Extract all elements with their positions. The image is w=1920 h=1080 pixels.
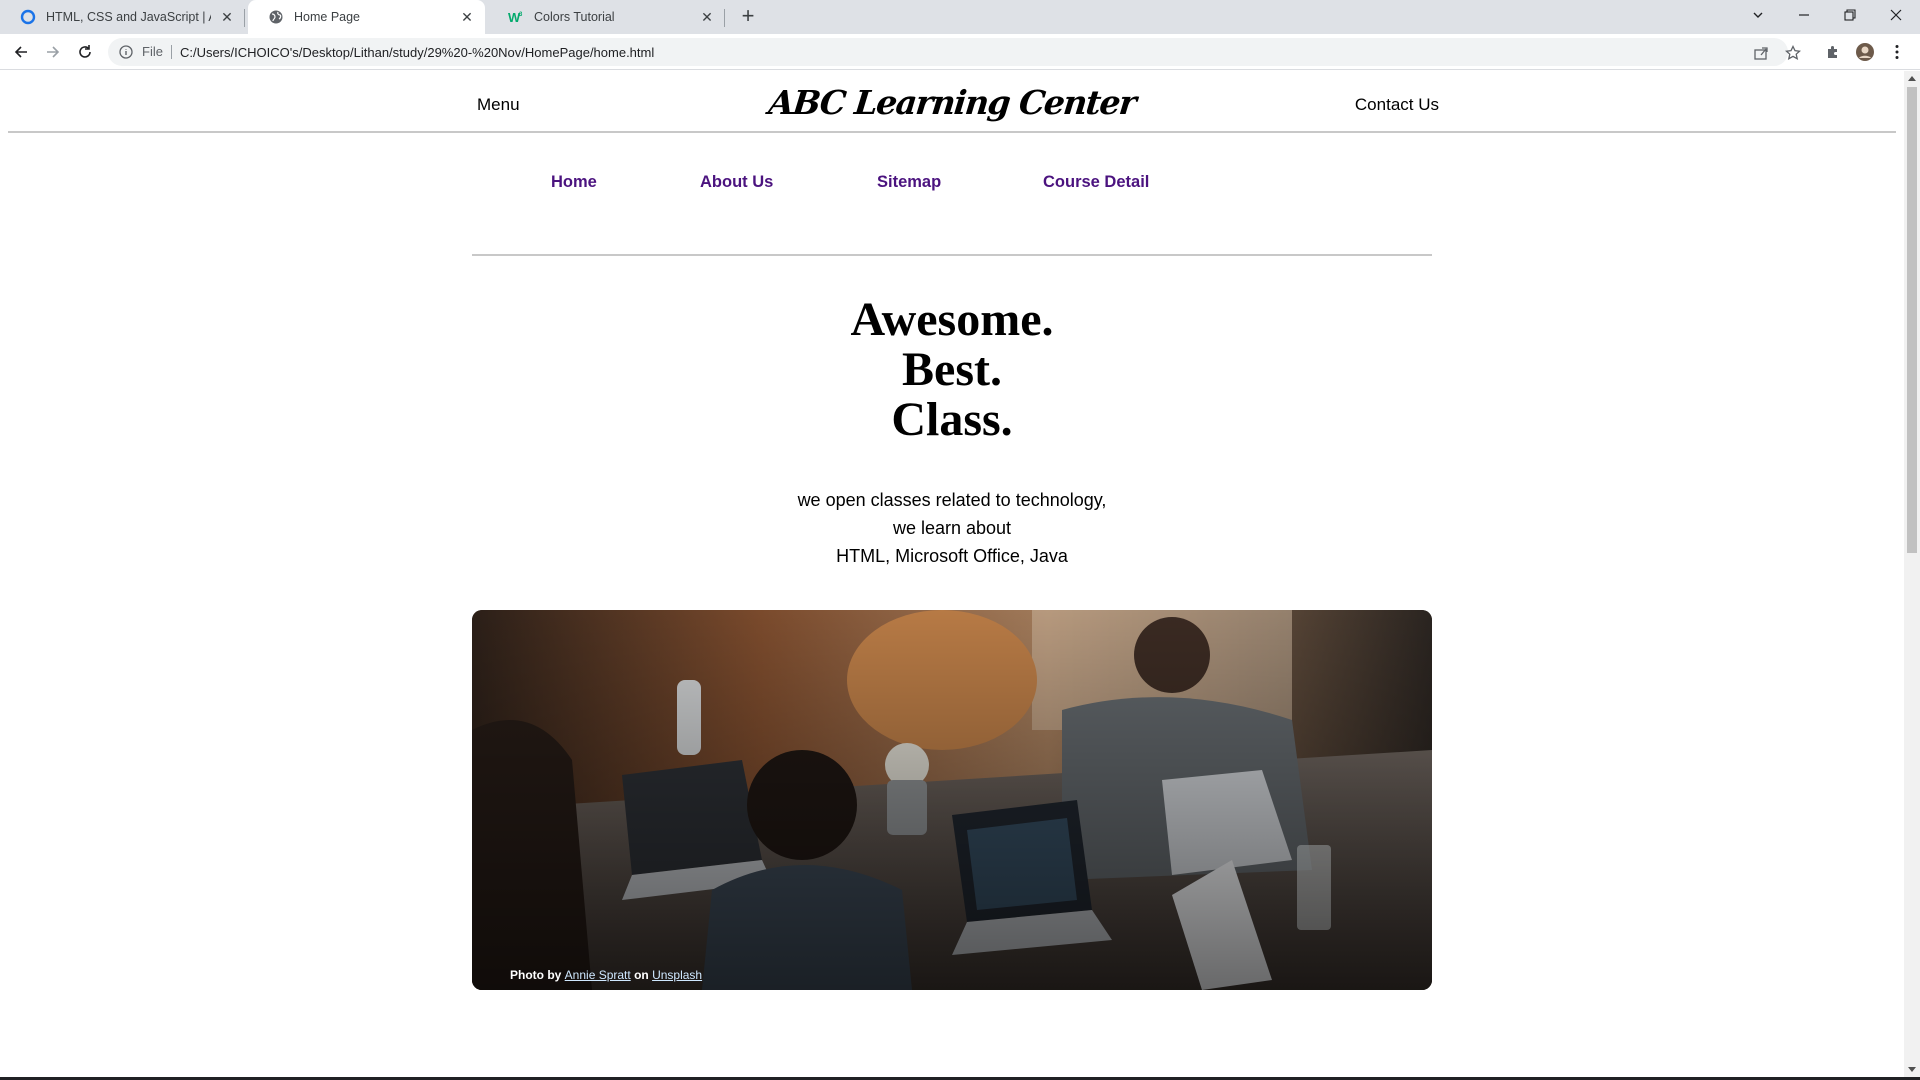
svg-text:3: 3 <box>519 12 523 18</box>
scroll-up-arrow[interactable] <box>1908 76 1916 81</box>
url-text[interactable]: C:/Users/ICHOICO's/Desktop/Lithan/study/… <box>180 45 654 60</box>
bookmark-star-icon[interactable] <box>1783 43 1803 63</box>
description-line: we learn about <box>892 518 1012 538</box>
reload-button[interactable] <box>73 40 97 64</box>
contact-us-link[interactable]: Contact Us <box>1355 95 1439 115</box>
arrow-left-icon <box>14 46 27 58</box>
tab-html-css-js[interactable]: HTML, CSS and JavaScript | Assig ✕ <box>0 0 245 34</box>
section-divider <box>472 254 1432 256</box>
credit-prefix: Photo by <box>510 968 562 982</box>
address-bar[interactable]: File C:/Users/ICHOICO's/Desktop/Lithan/s… <box>108 38 1788 66</box>
tab-title: HTML, CSS and JavaScript | Assig <box>46 10 211 24</box>
hero-line: Awesome. <box>850 293 1054 346</box>
main-nav: Home About Us Sitemap Course Detail <box>0 173 1904 203</box>
globe-icon <box>268 9 284 25</box>
share-icon[interactable] <box>1751 43 1771 63</box>
ring-icon <box>20 9 36 25</box>
hero-photo: Photo by Annie Spratt on Unsplash <box>472 610 1432 990</box>
close-window-button[interactable] <box>1873 0 1919 30</box>
close-icon[interactable]: ✕ <box>219 9 235 25</box>
site-header: Menu ABC Learning Center Contact Us <box>8 71 1896 133</box>
nav-about-us[interactable]: About Us <box>700 173 773 192</box>
chevron-down-icon <box>1753 12 1763 18</box>
nav-course-detail[interactable]: Course Detail <box>1043 173 1149 192</box>
close-icon[interactable]: ✕ <box>459 9 475 25</box>
photo-illustration <box>472 610 1432 990</box>
site-brand: ABC Learning Center <box>766 83 1138 122</box>
nav-home[interactable]: Home <box>551 173 597 192</box>
tab-separator <box>724 9 725 27</box>
description-line: we open classes related to technology, <box>797 490 1107 510</box>
forward-button[interactable] <box>41 40 65 64</box>
tab-home-page[interactable]: Home Page ✕ <box>248 0 485 34</box>
hero-heading: Awesome. Best. Class. <box>0 295 1904 445</box>
hero-line: Best. <box>902 343 1002 396</box>
info-icon[interactable] <box>118 44 134 60</box>
close-icon[interactable]: ✕ <box>699 9 715 25</box>
scrollbar-thumb[interactable] <box>1907 87 1917 553</box>
restore-button[interactable] <box>1827 0 1873 30</box>
more-vert-icon[interactable] <box>1886 41 1908 63</box>
description-line: HTML, Microsoft Office, Java <box>836 546 1068 566</box>
w3-icon: W3 <box>508 9 524 25</box>
new-tab-button[interactable]: + <box>736 5 760 29</box>
minimize-icon <box>1799 14 1809 16</box>
arrow-right-icon <box>47 46 60 58</box>
browser-toolbar: File C:/Users/ICHOICO's/Desktop/Lithan/s… <box>0 34 1920 70</box>
unsplash-link[interactable]: Unsplash <box>652 968 702 982</box>
hero-description: we open classes related to technology, w… <box>0 486 1904 570</box>
page-viewport: Menu ABC Learning Center Contact Us Home… <box>0 71 1904 1077</box>
back-button[interactable] <box>9 40 33 64</box>
tab-strip: HTML, CSS and JavaScript | Assig ✕ Home … <box>0 0 1920 34</box>
tab-title: Colors Tutorial <box>534 10 615 24</box>
scheme-label: File <box>142 45 172 59</box>
tab-title: Home Page <box>294 10 361 24</box>
tab-search-button[interactable] <box>1735 0 1781 30</box>
author-link[interactable]: Annie Spratt <box>565 968 631 982</box>
credit-mid: on <box>634 968 649 982</box>
hero-line: Class. <box>891 393 1013 446</box>
extensions-puzzle-icon[interactable] <box>1822 41 1844 63</box>
vertical-scrollbar[interactable] <box>1904 71 1920 1077</box>
photo-credit: Photo by Annie Spratt on Unsplash <box>510 968 702 982</box>
profile-avatar-icon[interactable] <box>1854 41 1876 63</box>
tab-separator <box>244 9 245 27</box>
scroll-down-arrow[interactable] <box>1908 1067 1916 1072</box>
reload-icon <box>79 45 91 58</box>
restore-icon <box>1844 9 1856 21</box>
close-icon <box>1890 9 1902 21</box>
nav-sitemap[interactable]: Sitemap <box>877 173 941 192</box>
minimize-button[interactable] <box>1781 0 1827 30</box>
tab-colors-tutorial[interactable]: W3 Colors Tutorial ✕ <box>488 0 725 34</box>
